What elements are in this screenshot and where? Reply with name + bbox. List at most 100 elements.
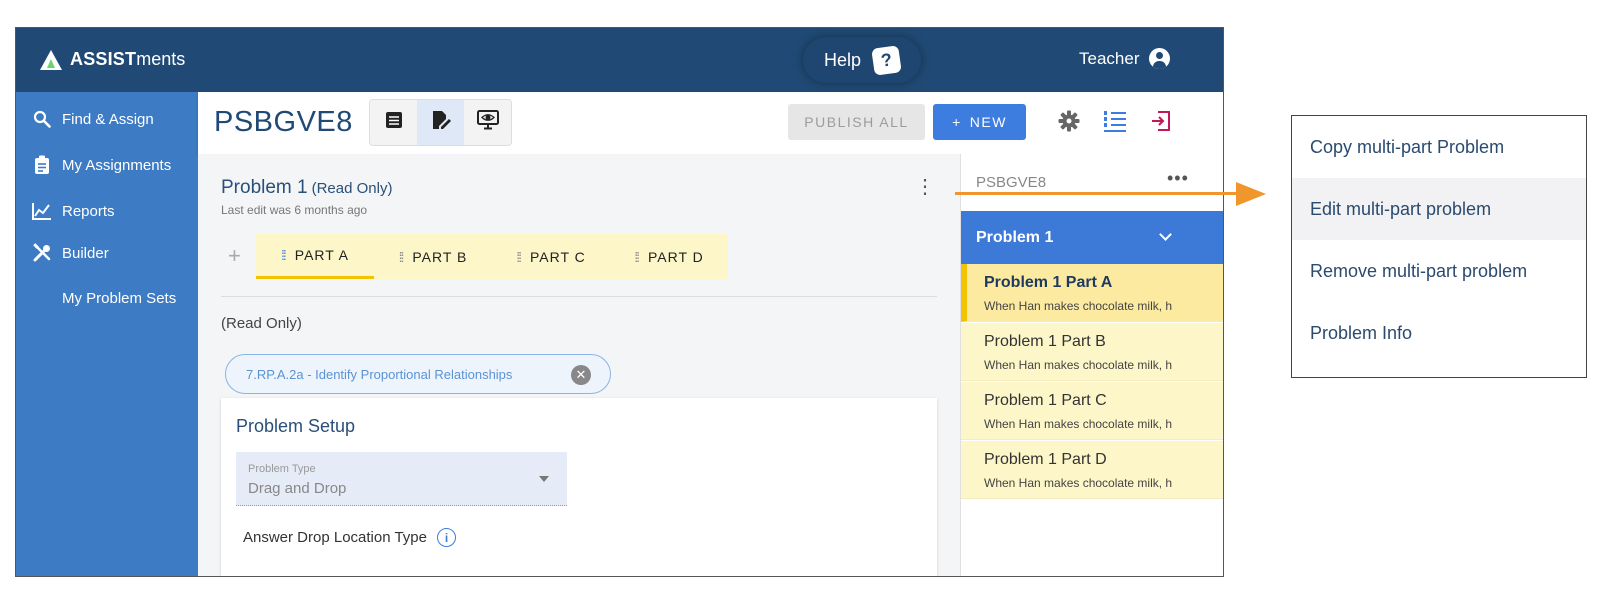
tab-part-b[interactable]: ⁞⁞ PART B — [374, 234, 492, 279]
user-avatar-icon — [1149, 48, 1171, 69]
tab-part-c[interactable]: ⁞⁞ PART C — [492, 234, 610, 279]
clipboard-icon — [32, 155, 52, 175]
tab-part-d[interactable]: ⁞⁞ PART D — [610, 234, 728, 279]
outline-problem-label: Problem 1 — [976, 228, 1054, 246]
context-menu: Copy multi-part Problem Edit multi-part … — [1291, 115, 1587, 378]
logo-mark-icon — [40, 49, 62, 70]
outline-part-title: Problem 1 Part A — [984, 274, 1113, 291]
menu-item-copy[interactable]: Copy multi-part Problem — [1292, 116, 1586, 178]
sidebar-item-find-assign[interactable]: Find & Assign — [32, 109, 154, 129]
info-icon[interactable]: i — [437, 528, 456, 547]
outline-part-preview: When Han makes chocolate milk, h — [984, 299, 1173, 313]
sidebar: Find & Assign My Assignments Reports Bui… — [16, 92, 198, 576]
callout-arrow-line — [955, 192, 1238, 195]
chart-icon — [32, 201, 52, 221]
part-tabs: ⁞⁞ PART A ⁞⁞ PART B ⁞⁞ PART C ⁞⁞ PART D — [256, 234, 728, 279]
outline-part-item[interactable]: Problem 1 Part B When Han makes chocolat… — [961, 323, 1223, 381]
help-icon: ? — [871, 44, 902, 76]
sidebar-item-label: Find & Assign — [62, 110, 154, 128]
app-window: ASSIST ments Help ? Teacher Find & Assign… — [15, 27, 1224, 577]
drag-handle-icon[interactable]: ⁞⁞ — [399, 249, 405, 265]
sidebar-item-my-assignments[interactable]: My Assignments — [32, 155, 171, 175]
divider — [221, 296, 937, 297]
answer-drop-location-label: Answer Drop Location Type — [243, 529, 427, 546]
outline-title: PSBGVE8 — [976, 174, 1047, 191]
view-mode-toggle — [369, 99, 512, 146]
sidebar-item-label: Reports — [62, 202, 115, 220]
outline-part-preview: When Han makes chocolate milk, h — [984, 476, 1173, 490]
tab-part-a[interactable]: ⁞⁞ PART A — [256, 234, 374, 279]
publish-all-button[interactable]: PUBLISH ALL — [788, 104, 925, 140]
problem-set-id: PSBGVE8 — [214, 106, 353, 138]
logo-text-bold: ASSIST — [70, 49, 137, 69]
exit-icon[interactable] — [1150, 110, 1172, 136]
drag-handle-icon[interactable]: ⁞⁞ — [634, 249, 640, 265]
more-options-icon[interactable]: ⋮ — [915, 177, 935, 197]
list-view-button[interactable] — [370, 100, 417, 145]
read-only-note: (Read Only) — [221, 315, 302, 332]
tools-icon — [32, 243, 52, 263]
user-menu[interactable]: Teacher — [1079, 48, 1171, 69]
last-edit-text: Last edit was 6 months ago — [221, 203, 368, 217]
help-button[interactable]: Help ? — [803, 37, 921, 83]
problem-type-value: Drag and Drop — [248, 480, 347, 497]
problem-type-label: Problem Type — [248, 463, 316, 475]
problem-outline-panel: PSBGVE8 ••• Problem 1 Problem 1 Part A W… — [960, 154, 1223, 576]
edit-view-button[interactable] — [417, 100, 464, 145]
edit-document-icon — [431, 110, 451, 136]
gear-icon[interactable] — [1058, 110, 1080, 136]
user-label: Teacher — [1079, 48, 1140, 68]
drag-handle-icon[interactable]: ⁞⁞ — [281, 247, 287, 263]
numbered-list-icon[interactable] — [1103, 110, 1127, 136]
preview-view-button[interactable] — [464, 100, 511, 145]
new-button[interactable]: + NEW — [933, 104, 1026, 140]
list-view-icon — [385, 111, 403, 135]
answer-drop-location: Answer Drop Location Type i — [243, 528, 456, 547]
read-only-tag: (Read Only) — [311, 180, 393, 197]
search-icon — [32, 109, 52, 129]
problem-editor: Problem 1 (Read Only) Last edit was 6 mon… — [198, 154, 960, 576]
sidebar-item-reports[interactable]: Reports — [32, 201, 115, 221]
problem-title: Problem 1 (Read Only) — [221, 177, 392, 199]
add-part-icon[interactable]: + — [228, 243, 241, 269]
sidebar-item-label: Builder — [62, 244, 109, 262]
standard-chip-label: 7.RP.A.2a - Identify Proportional Relati… — [246, 366, 513, 382]
sidebar-item-my-problem-sets[interactable]: My Problem Sets — [62, 290, 176, 307]
outline-part-preview: When Han makes chocolate milk, h — [984, 417, 1173, 431]
new-label: NEW — [969, 114, 1007, 130]
outline-problem-header[interactable]: Problem 1 — [961, 211, 1223, 264]
outline-part-title: Problem 1 Part B — [984, 333, 1106, 350]
outline-part-preview: When Han makes chocolate milk, h — [984, 358, 1173, 372]
remove-standard-icon[interactable]: ✕ — [571, 365, 591, 385]
preview-screen-icon — [476, 109, 499, 136]
part-tab-label: PART A — [294, 247, 350, 263]
chevron-down-icon — [1159, 228, 1172, 241]
problem-title-text: Problem 1 — [221, 177, 308, 198]
menu-item-edit[interactable]: Edit multi-part problem — [1292, 178, 1586, 240]
top-bar: ASSIST ments Help ? Teacher — [16, 28, 1223, 92]
outline-part-item[interactable]: Problem 1 Part C When Han makes chocolat… — [961, 382, 1223, 440]
sidebar-item-label: My Assignments — [62, 156, 172, 174]
dropdown-caret-icon — [539, 476, 549, 482]
outline-part-item[interactable]: Problem 1 Part D When Han makes chocolat… — [961, 441, 1223, 499]
outline-part-item[interactable]: Problem 1 Part A When Han makes chocolat… — [961, 264, 1223, 322]
sidebar-item-builder[interactable]: Builder — [32, 243, 109, 263]
outline-part-title: Problem 1 Part D — [984, 451, 1107, 468]
callout-arrow-head — [1236, 182, 1266, 206]
plus-icon: + — [952, 114, 962, 130]
problem-type-select[interactable]: Problem Type Drag and Drop — [236, 452, 567, 506]
drag-handle-icon[interactable]: ⁞⁞ — [516, 249, 522, 265]
part-tab-label: PART D — [647, 248, 704, 265]
assistments-logo[interactable]: ASSIST ments — [40, 49, 185, 70]
menu-item-problem-info[interactable]: Problem Info — [1292, 302, 1586, 364]
problem-setup-title: Problem Setup — [236, 416, 356, 436]
standard-chip[interactable]: 7.RP.A.2a - Identify Proportional Relati… — [225, 354, 611, 394]
help-label: Help — [823, 49, 862, 70]
logo-text-light: ments — [136, 49, 186, 69]
part-tab-label: PART C — [529, 248, 586, 265]
part-tab-label: PART B — [412, 248, 468, 265]
more-horizontal-icon[interactable]: ••• — [1167, 168, 1189, 189]
menu-item-remove[interactable]: Remove multi-part problem — [1292, 240, 1586, 302]
problem-setup-card: Problem Setup Problem Type Drag and Drop… — [221, 398, 937, 576]
outline-part-title: Problem 1 Part C — [984, 392, 1107, 409]
